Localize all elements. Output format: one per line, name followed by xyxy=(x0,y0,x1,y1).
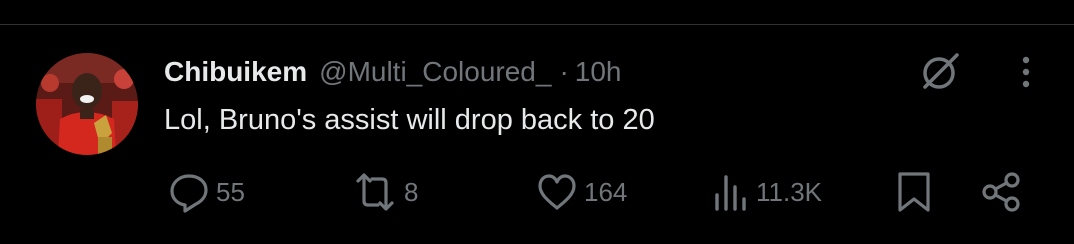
bookmark-icon xyxy=(898,172,930,212)
avatar[interactable] xyxy=(36,53,138,155)
views-count: 11.3K xyxy=(756,176,823,207)
author-name[interactable]: Chibuikem xyxy=(164,56,307,88)
reply-button[interactable]: 55 xyxy=(168,168,245,216)
tweet-header: Chibuikem @Multi_Coloured_ · 10h xyxy=(164,50,622,94)
tweet-text: Lol, Bruno's assist will drop back to 20 xyxy=(164,104,655,136)
more-options-button[interactable] xyxy=(1006,50,1046,94)
like-button[interactable]: 164 xyxy=(536,168,627,216)
like-count: 164 xyxy=(584,176,628,207)
repost-button[interactable]: 8 xyxy=(352,168,418,216)
bookmark-button[interactable] xyxy=(894,168,934,216)
share-icon xyxy=(982,172,1020,212)
top-divider xyxy=(0,24,1074,25)
more-icon xyxy=(1022,56,1030,88)
author-handle[interactable]: @Multi_Coloured_ xyxy=(319,56,551,88)
views-button[interactable]: 11.3K xyxy=(712,168,822,216)
timestamp[interactable]: 10h xyxy=(575,56,622,88)
grok-icon xyxy=(923,53,959,89)
repost-icon xyxy=(356,173,394,211)
avatar-image xyxy=(36,53,138,155)
heart-icon xyxy=(538,174,576,210)
grok-button[interactable] xyxy=(916,46,966,96)
share-button[interactable] xyxy=(980,168,1024,216)
views-icon xyxy=(715,175,746,211)
repost-count: 8 xyxy=(404,176,419,207)
reply-icon xyxy=(170,174,208,213)
separator-dot: · xyxy=(559,56,569,87)
action-bar: 55 8 164 11.3K xyxy=(0,168,1074,216)
reply-count: 55 xyxy=(216,176,245,207)
